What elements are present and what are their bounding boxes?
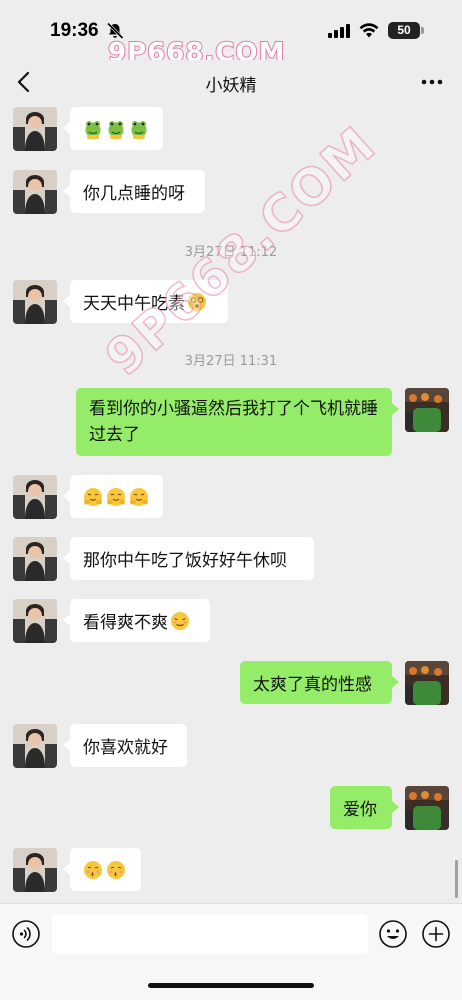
avatar[interactable] — [13, 107, 57, 151]
bubble-tail — [63, 739, 70, 751]
bubble-tail — [63, 122, 70, 134]
battery-tip — [421, 27, 424, 34]
chat-title: 小妖精 — [205, 76, 257, 96]
frog-emoji — [131, 120, 147, 139]
message-text: 天天中午吃素 — [83, 294, 185, 314]
kiss-face-emoji — [84, 860, 102, 879]
bubble-tail — [63, 295, 70, 307]
timestamp: 3月27日 11:12 — [184, 245, 278, 260]
home-indicator[interactable] — [148, 983, 314, 988]
message-text: 爱你 — [343, 800, 377, 820]
message-input[interactable] — [52, 914, 368, 954]
message-bubble[interactable]: 太爽了真的性感 — [240, 661, 392, 704]
avatar[interactable] — [13, 475, 57, 519]
message-text: 你喜欢就好 — [83, 738, 168, 758]
message-text: 看到你的小骚逼然后我打了个飞机就睡过去了 — [89, 399, 378, 445]
smile-icon[interactable] — [378, 919, 408, 949]
avatar[interactable] — [405, 388, 449, 432]
kiss-face-emoji — [107, 860, 125, 879]
bubble-tail — [63, 185, 70, 197]
battery-icon: 50 — [388, 22, 420, 39]
avatar[interactable] — [405, 786, 449, 830]
bubble-tail — [63, 552, 70, 564]
message-bubble[interactable] — [70, 107, 163, 150]
avatar[interactable] — [13, 537, 57, 581]
status-time: 19:36 — [50, 20, 99, 41]
avatar[interactable] — [405, 661, 449, 705]
timestamp: 3月27日 11:31 — [184, 354, 278, 369]
message-bubble[interactable]: 天天中午吃素 — [70, 280, 228, 323]
message-bubble[interactable]: 看得爽不爽 — [70, 599, 210, 642]
message-bubble[interactable] — [70, 475, 163, 518]
message-bubble[interactable]: 你几点睡的呀 — [70, 170, 205, 213]
wifi-icon — [359, 23, 379, 38]
bubble-tail — [63, 614, 70, 626]
hug-face-emoji — [107, 487, 125, 506]
more-dots-icon[interactable] — [420, 78, 444, 86]
message-bubble[interactable] — [70, 848, 141, 891]
dizzy-face-emoji — [188, 292, 206, 311]
frog-emoji — [108, 120, 124, 139]
bubble-tail — [63, 863, 70, 875]
message-bubble[interactable]: 你喜欢就好 — [70, 724, 187, 767]
message-text: 太爽了真的性感 — [253, 675, 372, 695]
avatar[interactable] — [13, 724, 57, 768]
nav-bar: 小妖精 — [0, 60, 462, 106]
bubble-tail — [63, 490, 70, 502]
avatar[interactable] — [13, 848, 57, 892]
message-bubble[interactable]: 看到你的小骚逼然后我打了个飞机就睡过去了 — [76, 388, 392, 456]
signal-icon — [328, 24, 350, 38]
scrollbar[interactable] — [455, 860, 458, 898]
bubble-tail — [392, 676, 399, 688]
bubble-tail — [392, 403, 399, 415]
avatar[interactable] — [13, 599, 57, 643]
hug-face-emoji — [84, 487, 102, 506]
frog-emoji — [85, 120, 101, 139]
voice-icon[interactable] — [11, 919, 41, 949]
message-text: 看得爽不爽 — [83, 613, 168, 633]
avatar[interactable] — [13, 280, 57, 324]
message-text: 那你中午吃了饭好好午休呗 — [83, 551, 287, 571]
message-text: 你几点睡的呀 — [83, 184, 185, 204]
hug-face-emoji — [130, 487, 148, 506]
avatar[interactable] — [13, 170, 57, 214]
message-bubble[interactable]: 爱你 — [330, 786, 392, 829]
message-bubble[interactable]: 那你中午吃了饭好好午休呗 — [70, 537, 314, 580]
bubble-tail — [392, 801, 399, 813]
plus-icon[interactable] — [421, 919, 451, 949]
smirk-face-emoji — [171, 611, 189, 630]
